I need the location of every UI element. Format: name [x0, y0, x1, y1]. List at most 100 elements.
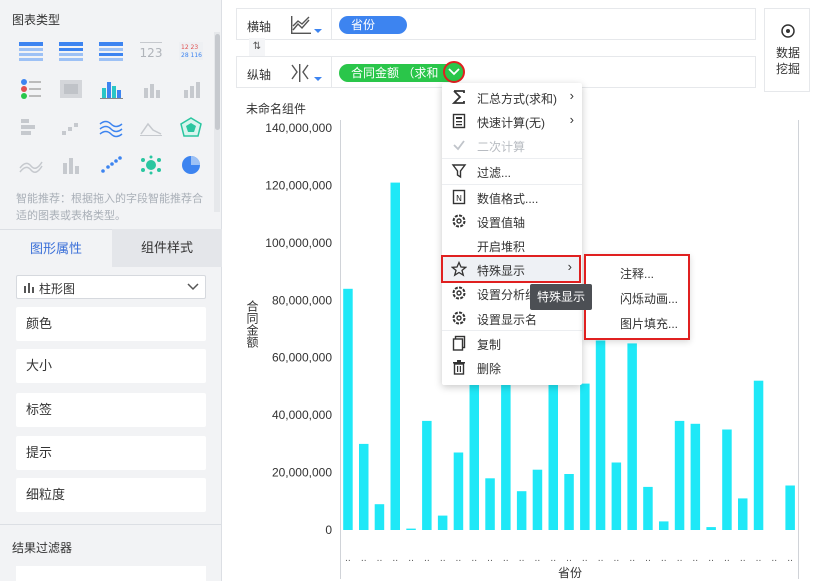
axis-type-icon[interactable] [289, 62, 325, 84]
y-tick-label: 80,000,000 [272, 293, 332, 307]
bar[interactable] [532, 469, 543, 530]
y-tick-label: 120,000,000 [265, 178, 332, 192]
range-area-icon[interactable] [18, 154, 44, 176]
x-tick-label: .. [629, 554, 635, 564]
prop-granularity[interactable]: 细粒度 [16, 478, 206, 512]
bar[interactable] [674, 420, 685, 530]
submenu-flash-animation[interactable]: 闪烁动画... [620, 290, 678, 307]
property-tabs: 图形属性 组件样式 [0, 229, 222, 267]
table-chart-icon[interactable] [18, 40, 44, 62]
x-axis-label: 横轴 [247, 20, 272, 34]
waterfall-icon[interactable] [58, 116, 84, 138]
bar[interactable] [469, 366, 480, 530]
bar[interactable] [548, 383, 559, 530]
x-tick-label: .. [677, 554, 683, 564]
menu-item-special-display[interactable]: 特殊显示 › [441, 255, 581, 283]
bar[interactable] [453, 452, 464, 531]
bubble-chart-icon[interactable] [138, 154, 164, 176]
x-tick-label: .. [740, 554, 746, 564]
swap-axes-icon[interactable]: ⇅ [249, 38, 265, 56]
x-tick-label: .. [598, 554, 604, 564]
menu-item-quick-calc[interactable]: 快速计算(无) › [442, 109, 582, 133]
bar[interactable] [595, 340, 606, 531]
dot-list-icon[interactable] [18, 78, 44, 100]
pie-chart-icon[interactable] [178, 154, 204, 176]
prop-tooltip[interactable]: 提示 [16, 436, 206, 470]
bar[interactable] [437, 515, 448, 530]
bar[interactable] [643, 486, 653, 530]
bar[interactable] [422, 420, 432, 530]
bar[interactable] [627, 343, 637, 530]
heat-area-icon[interactable] [58, 78, 84, 100]
bar[interactable] [611, 462, 622, 531]
result-filter-dropzone[interactable] [16, 566, 206, 581]
stacked-bar-icon[interactable] [178, 78, 204, 100]
result-filter-title: 结果过滤器 [12, 541, 73, 555]
radar-chart-icon[interactable] [178, 116, 204, 138]
chart-type-select[interactable]: 柱形图 [16, 275, 206, 299]
bar[interactable] [343, 288, 353, 530]
x-tick-label: .. [550, 554, 556, 564]
menu-item-delete[interactable]: 删除 [442, 355, 582, 379]
submenu-annotation[interactable]: 注释... [620, 265, 654, 282]
bar[interactable] [516, 491, 527, 530]
menu-item-number-format[interactable]: N 数值格式.... [442, 185, 582, 209]
tab-graph-props[interactable]: 图形属性 [0, 229, 112, 267]
bar[interactable] [738, 498, 748, 530]
y-tick-label: 40,000,000 [272, 408, 332, 422]
menu-item-value-axis[interactable]: 设置值轴 [442, 209, 582, 233]
menu-item-stack[interactable]: 开启堆积 [442, 233, 582, 257]
bar[interactable] [580, 383, 590, 530]
line-chart-icon[interactable] [98, 116, 124, 138]
detail-table-icon[interactable] [98, 40, 124, 62]
chevron-down-icon [448, 68, 460, 76]
y-axis-line [340, 120, 341, 579]
kpi-number-icon[interactable]: 123 [138, 40, 164, 62]
bar[interactable] [659, 521, 669, 530]
grouped-bar-icon[interactable] [98, 78, 124, 100]
bar[interactable] [706, 527, 716, 530]
bar[interactable] [501, 377, 511, 530]
x-axis-bar: 横轴 省份 [236, 8, 756, 40]
data-mining-button[interactable]: 数据 挖掘 [764, 8, 810, 92]
prop-color[interactable]: 颜色 [16, 307, 206, 341]
bar[interactable] [722, 429, 732, 531]
bar[interactable] [753, 380, 764, 530]
horizontal-bar-icon[interactable] [18, 116, 44, 138]
bar[interactable] [390, 182, 401, 530]
cross-table-icon[interactable] [58, 40, 84, 62]
prop-size[interactable]: 大小 [16, 349, 206, 383]
field-dropdown-button[interactable] [443, 61, 465, 83]
bar[interactable] [359, 443, 369, 530]
y-tick-label: 0 [325, 523, 332, 537]
submenu-image-fill[interactable]: 图片填充... [620, 315, 678, 332]
menu-item-aggregation[interactable]: 汇总方式(求和) › [442, 85, 582, 109]
menu-item-filter[interactable]: 过滤... [442, 159, 582, 183]
bar[interactable] [564, 474, 574, 530]
x-tick-label: .. [787, 554, 793, 564]
sigma-icon [451, 90, 465, 104]
bar[interactable] [485, 478, 495, 530]
bar[interactable] [690, 423, 701, 530]
x-tick-label: .. [708, 554, 714, 564]
column-group-icon[interactable] [58, 154, 84, 176]
chevron-right-icon: › [569, 112, 574, 127]
bar[interactable] [785, 485, 795, 531]
x-tick-label: .. [392, 554, 398, 564]
bar-chart-icon[interactable] [138, 78, 164, 100]
bar[interactable] [406, 528, 416, 530]
chart-types-scroll-thumb[interactable] [215, 34, 220, 130]
area-chart-icon[interactable] [138, 116, 164, 138]
bar[interactable] [374, 504, 385, 530]
data-mining-label-2: 挖掘 [775, 62, 800, 76]
data-mining-label-1: 数据 [775, 46, 800, 60]
line-chart-icon[interactable] [289, 14, 325, 36]
tab-component-style[interactable]: 组件样式 [112, 229, 222, 267]
prop-label[interactable]: 标签 [16, 393, 206, 427]
y-axis-label: 纵轴 [247, 68, 272, 82]
scatter-chart-icon[interactable] [98, 154, 124, 176]
multi-kpi-icon[interactable]: 12 2328 116 [178, 40, 204, 62]
x-axis-field-pill[interactable]: 省份 [339, 16, 407, 34]
menu-item-copy[interactable]: 复制 [442, 331, 582, 355]
smart-recommend-text: 智能推荐：根据拖入的字段智能推荐合适的图表或表格类型。 [16, 193, 203, 222]
